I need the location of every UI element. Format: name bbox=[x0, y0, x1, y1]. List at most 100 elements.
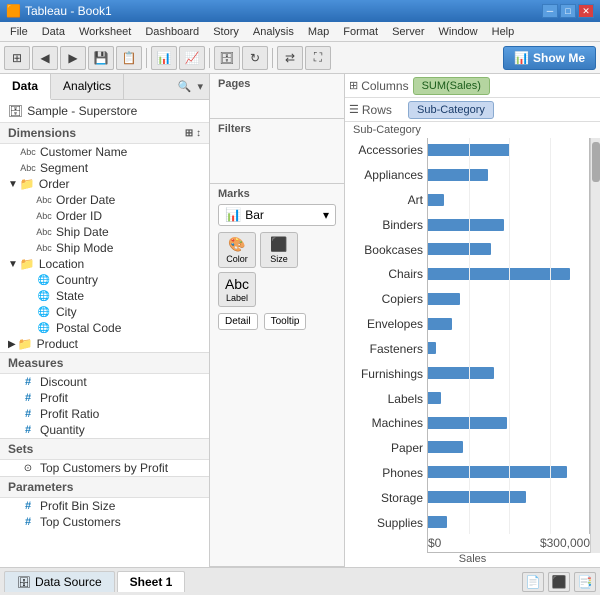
pages-content bbox=[218, 94, 336, 114]
tooltip-button[interactable]: Tooltip bbox=[264, 313, 307, 330]
menu-bar: File Data Worksheet Dashboard Story Anal… bbox=[0, 22, 600, 42]
field-ship-mode[interactable]: Abc Ship Mode bbox=[0, 240, 209, 256]
hash-icon: # bbox=[20, 515, 36, 529]
field-state[interactable]: 🌐 State bbox=[0, 288, 209, 304]
sheet1-tab-label: Sheet 1 bbox=[130, 575, 173, 589]
new-worksheet-button[interactable]: 📄 bbox=[522, 572, 544, 592]
folder-order[interactable]: ▼ 📁 Order bbox=[0, 176, 209, 192]
folder-icon: 📁 bbox=[20, 257, 35, 271]
menu-dashboard[interactable]: Dashboard bbox=[139, 24, 205, 40]
field-top-customers[interactable]: ⊙ Top Customers by Profit bbox=[0, 460, 209, 476]
rows-label: ☰ Rows bbox=[349, 103, 404, 117]
menu-window[interactable]: Window bbox=[433, 24, 484, 40]
toolbar-grid-icon[interactable]: ⊞ bbox=[4, 46, 30, 70]
columns-pill[interactable]: SUM(Sales) bbox=[413, 77, 490, 95]
show-me-button[interactable]: 📊 Show Me bbox=[503, 46, 596, 70]
field-customer-name[interactable]: Abc Customer Name bbox=[0, 144, 209, 160]
menu-map[interactable]: Map bbox=[302, 24, 335, 40]
detail-button[interactable]: Detail bbox=[218, 313, 258, 330]
chart-container: Sub-Category Accessories Appliances Art … bbox=[345, 122, 600, 567]
y-label-appliances: Appliances bbox=[347, 168, 423, 182]
toolbar-back-icon[interactable]: ◀ bbox=[32, 46, 58, 70]
toolbar-chart-icon[interactable]: 📊 bbox=[151, 46, 177, 70]
panel-tab-icons: 🔍 ▾ bbox=[176, 74, 209, 99]
menu-format[interactable]: Format bbox=[337, 24, 384, 40]
data-source-name: Sample - Superstore bbox=[27, 104, 137, 118]
new-dashboard-button[interactable]: ⬛ bbox=[548, 572, 570, 592]
folder-product[interactable]: ▶ 📁 Product bbox=[0, 336, 209, 352]
bar-chairs bbox=[428, 262, 586, 287]
bar-envelopes bbox=[428, 311, 586, 336]
toolbar-swap-icon[interactable]: ⇄ bbox=[277, 46, 303, 70]
data-source-tab-label: Data Source bbox=[35, 575, 102, 589]
bar-fill-bookcases bbox=[428, 243, 491, 255]
menu-help[interactable]: Help bbox=[486, 24, 521, 40]
field-profit-ratio[interactable]: # Profit Ratio bbox=[0, 406, 209, 422]
pages-label: Pages bbox=[218, 78, 336, 90]
marks-type-select[interactable]: 📊 Bar ▾ bbox=[218, 204, 336, 226]
left-panel: Data Analytics 🔍 ▾ 🗄 Sample - Superstore… bbox=[0, 74, 210, 567]
new-story-button[interactable]: 📑 bbox=[574, 572, 596, 592]
field-discount[interactable]: # Discount bbox=[0, 374, 209, 390]
toolbar-save-icon[interactable]: 💾 bbox=[88, 46, 114, 70]
field-country[interactable]: 🌐 Country bbox=[0, 272, 209, 288]
toolbar-datasource-icon[interactable]: 🗄 bbox=[214, 46, 240, 70]
menu-analysis[interactable]: Analysis bbox=[247, 24, 300, 40]
abc-icon: Abc bbox=[36, 241, 52, 255]
toolbar-chart2-icon[interactable]: 📈 bbox=[179, 46, 205, 70]
menu-story[interactable]: Story bbox=[207, 24, 245, 40]
menu-worksheet[interactable]: Worksheet bbox=[73, 24, 137, 40]
panel-menu-icon[interactable]: ▾ bbox=[195, 79, 205, 94]
dropdown-icon: ▾ bbox=[323, 208, 329, 222]
tab-data-source[interactable]: 🗄 Data Source bbox=[4, 571, 115, 592]
tab-analytics[interactable]: Analytics bbox=[51, 74, 124, 99]
rows-grid-icon: ☰ bbox=[349, 103, 359, 116]
toolbar-forward-icon[interactable]: ▶ bbox=[60, 46, 86, 70]
filters-card: Filters bbox=[210, 119, 344, 184]
marks-label: Marks bbox=[218, 188, 336, 200]
size-button[interactable]: ⬛ Size bbox=[260, 232, 298, 268]
menu-data[interactable]: Data bbox=[36, 24, 71, 40]
field-top-customers-param[interactable]: # Top Customers bbox=[0, 514, 209, 530]
search-icon[interactable]: 🔍 bbox=[176, 79, 194, 94]
field-profit-bin-size[interactable]: # Profit Bin Size bbox=[0, 498, 209, 514]
field-quantity[interactable]: # Quantity bbox=[0, 422, 209, 438]
minimize-button[interactable]: ─ bbox=[542, 4, 558, 18]
toolbar-copy-icon[interactable]: 📋 bbox=[116, 46, 142, 70]
field-order-id[interactable]: Abc Order ID bbox=[0, 208, 209, 224]
toolbar-fit-icon[interactable]: ⛶ bbox=[305, 46, 331, 70]
rows-shelf: ☰ Rows Sub-Category bbox=[345, 98, 600, 122]
field-segment[interactable]: Abc Segment bbox=[0, 160, 209, 176]
label-button[interactable]: Abc Label bbox=[218, 272, 256, 307]
maximize-button[interactable]: □ bbox=[560, 4, 576, 18]
globe-icon: 🌐 bbox=[36, 305, 52, 319]
field-city[interactable]: 🌐 City bbox=[0, 304, 209, 320]
menu-file[interactable]: File bbox=[4, 24, 34, 40]
y-label-binders: Binders bbox=[347, 218, 423, 232]
field-order-date[interactable]: Abc Order Date bbox=[0, 192, 209, 208]
color-icon: 🎨 bbox=[228, 236, 245, 253]
toolbar-sep1 bbox=[146, 48, 147, 68]
field-postal-code[interactable]: 🌐 Postal Code bbox=[0, 320, 209, 336]
rows-pill[interactable]: Sub-Category bbox=[408, 101, 494, 119]
columns-grid-icon: ⊞ bbox=[349, 79, 358, 92]
close-button[interactable]: ✕ bbox=[578, 4, 594, 18]
filters-content bbox=[218, 139, 336, 179]
field-ship-date[interactable]: Abc Ship Date bbox=[0, 224, 209, 240]
toolbar-refresh-icon[interactable]: ↻ bbox=[242, 46, 268, 70]
tab-data[interactable]: Data bbox=[0, 74, 51, 100]
bar-fill-fasteners bbox=[428, 342, 436, 354]
chart-scrollbar[interactable] bbox=[590, 138, 600, 553]
tab-sheet1[interactable]: Sheet 1 bbox=[117, 571, 186, 592]
bar-phones bbox=[428, 460, 586, 485]
scrollbar-thumb[interactable] bbox=[592, 142, 600, 182]
menu-server[interactable]: Server bbox=[386, 24, 430, 40]
parameters-header: Parameters bbox=[0, 476, 209, 498]
color-button[interactable]: 🎨 Color bbox=[218, 232, 256, 268]
field-profit[interactable]: # Profit bbox=[0, 390, 209, 406]
data-source-row[interactable]: 🗄 Sample - Superstore bbox=[0, 100, 209, 123]
bottom-icon-group: 📄 ⬛ 📑 bbox=[522, 572, 596, 592]
bar-fill-envelopes bbox=[428, 318, 452, 330]
folder-location[interactable]: ▼ 📁 Location bbox=[0, 256, 209, 272]
bar-fill-phones bbox=[428, 466, 567, 478]
